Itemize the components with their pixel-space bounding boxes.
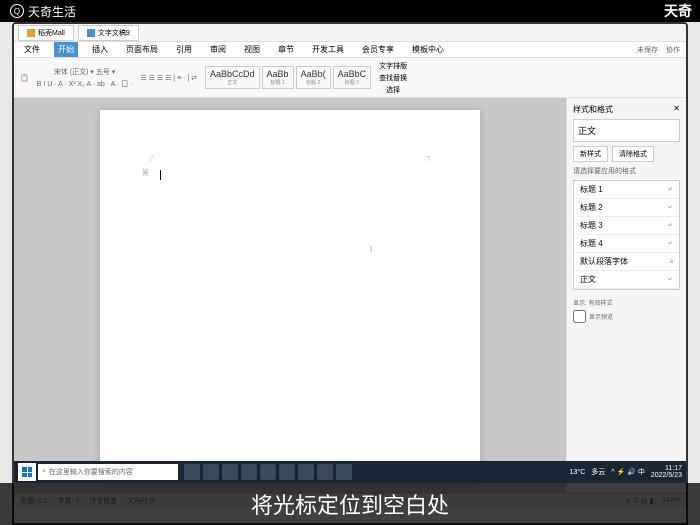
pane-hint: 请选择要应用的格式 — [573, 166, 680, 176]
task-icon[interactable] — [317, 464, 333, 480]
brand-text: 天奇生活 — [28, 3, 76, 20]
chevron-icon: ↵ — [668, 204, 673, 211]
chevron-icon: ↵ — [668, 222, 673, 229]
style-item-h3[interactable]: 标题 3↵ — [574, 217, 679, 235]
logo-icon: Q — [10, 4, 24, 18]
file-menu[interactable]: 文件 — [20, 42, 44, 57]
tab-view[interactable]: 视图 — [240, 42, 264, 57]
style-item-body[interactable]: 正文↵ — [574, 271, 679, 289]
task-icon[interactable] — [298, 464, 314, 480]
tray-icons[interactable]: ^ ⚡ 🔊 中 — [611, 467, 645, 477]
page[interactable]: ┌ ┐ 第 I — [100, 110, 480, 481]
tab-review[interactable]: 审阅 — [206, 42, 230, 57]
style-item-h4[interactable]: 标题 4↵ — [574, 235, 679, 253]
font-group: 宋体 (正文) ▾ 五号 ▾ B I U · A · X² X₂ A · ab … — [37, 67, 133, 89]
page-corner-tr: ┐ — [426, 152, 432, 161]
tab-home[interactable]: 开始 — [54, 42, 78, 57]
new-style-btn[interactable]: 新样式 — [573, 146, 608, 162]
monitor-frame: 稻壳Mall 文字文稿9 文件 开始 插入 页面布局 引用 审阅 视图 章节 开… — [12, 22, 688, 525]
clock-time[interactable]: 11:17 — [651, 465, 682, 472]
task-icon[interactable] — [241, 464, 257, 480]
chevron-icon: ↵ — [668, 240, 673, 247]
style-list: 标题 1↵ 标题 2↵ 标题 3↵ 标题 4↵ 默认段落字体a 正文↵ — [573, 180, 680, 290]
text-cursor — [160, 170, 161, 180]
editing-group: 文字排版 查找替换 选择 — [379, 61, 407, 95]
pane-title: 样式和格式 — [573, 104, 613, 115]
clipboard-group: 📋 — [20, 74, 29, 82]
task-icon[interactable] — [184, 464, 200, 480]
clear-format-btn[interactable]: 清除格式 — [612, 146, 654, 162]
style-h2[interactable]: AaBb(标题 2 — [296, 66, 331, 89]
tab-template[interactable]: 模板中心 — [408, 42, 448, 57]
save-status[interactable]: 未保存 — [637, 45, 658, 55]
show-filter[interactable]: 显示: 有效样式 — [573, 298, 680, 307]
weather-temp[interactable]: 13°C — [570, 469, 586, 476]
weather-desc[interactable]: 多云 — [591, 467, 605, 477]
search-icon: ⌕ — [42, 468, 46, 476]
doc-tab-active[interactable]: 文字文稿9 — [78, 25, 139, 41]
style-h3[interactable]: AaBbC标题 3 — [333, 66, 372, 89]
task-icon[interactable] — [260, 464, 276, 480]
chevron-icon: a — [670, 259, 673, 265]
font-format-btns[interactable]: B I U · A · X² X₂ A · ab · A · 囗 · — [37, 79, 133, 89]
select-btn[interactable]: 选择 — [386, 85, 400, 95]
document-canvas[interactable]: ┌ ┐ 第 I — [14, 98, 566, 493]
close-icon[interactable]: ✕ — [673, 104, 680, 115]
para-btns[interactable]: ☰ ☰ ☰ ☰ | ≡ · | ⇄ — [140, 74, 197, 82]
brand-logo: Q 天奇生活 — [10, 3, 76, 20]
mouse-cursor-icon: I — [370, 245, 372, 254]
current-style[interactable]: 正文 — [573, 119, 680, 142]
ribbon-tabs: 文件 开始 插入 页面布局 引用 审阅 视图 章节 开发工具 会员专享 模板中心… — [14, 42, 686, 58]
start-button[interactable] — [18, 463, 36, 481]
text-layout-btn[interactable]: 文字排版 — [379, 61, 407, 71]
chevron-icon: ↵ — [668, 186, 673, 193]
find-replace-btn[interactable]: 查找替换 — [379, 73, 407, 83]
page-corner-tl: ┌ — [148, 152, 154, 161]
windows-icon — [22, 467, 32, 477]
style-item-default[interactable]: 默认段落字体a — [574, 253, 679, 271]
tab-vip[interactable]: 会员专享 — [358, 42, 398, 57]
taskbar: ⌕ 在这里输入你要搜索的内容 13°C 多云 ^ ⚡ 🔊 中 11:17 202… — [14, 461, 686, 483]
task-icon[interactable] — [222, 464, 238, 480]
style-h1[interactable]: AaBb标题 1 — [262, 66, 294, 89]
doc-tab-mall[interactable]: 稻壳Mall — [18, 25, 74, 41]
tab-references[interactable]: 引用 — [172, 42, 196, 57]
clock-date[interactable]: 2022/5/23 — [651, 472, 682, 479]
paste-btn[interactable]: 📋 — [20, 74, 29, 82]
style-normal[interactable]: AaBbCcDd正文 — [205, 66, 260, 89]
tab-sections[interactable]: 章节 — [274, 42, 298, 57]
style-item-h2[interactable]: 标题 2↵ — [574, 199, 679, 217]
styles-gallery[interactable]: AaBbCcDd正文 AaBb标题 1 AaBb(标题 2 AaBbC标题 3 — [205, 66, 371, 89]
task-icon[interactable] — [279, 464, 295, 480]
watermark-text: 天奇 — [664, 1, 692, 21]
app-titlebar: 稻壳Mall 文字文稿9 — [14, 24, 686, 42]
task-icon[interactable] — [203, 464, 219, 480]
tab-layout[interactable]: 页面布局 — [122, 42, 162, 57]
para-group: ☰ ☰ ☰ ☰ | ≡ · | ⇄ — [140, 74, 197, 82]
task-icon[interactable] — [336, 464, 352, 480]
doc-icon — [87, 29, 95, 37]
doc-icon — [27, 29, 35, 37]
ribbon-toolbar: 📋 宋体 (正文) ▾ 五号 ▾ B I U · A · X² X₂ A · a… — [14, 58, 686, 98]
tab-insert[interactable]: 插入 — [88, 42, 112, 57]
page-label: 第 — [142, 168, 149, 178]
style-item-h1[interactable]: 标题 1↵ — [574, 181, 679, 199]
collab-btn[interactable]: 协作 — [666, 45, 680, 55]
taskbar-search[interactable]: ⌕ 在这里输入你要搜索的内容 — [38, 464, 178, 480]
preview-checkbox[interactable] — [573, 310, 586, 323]
font-selector[interactable]: 宋体 (正文) ▾ 五号 ▾ — [54, 67, 115, 77]
tab-dev[interactable]: 开发工具 — [308, 42, 348, 57]
chevron-icon: ↵ — [668, 276, 673, 283]
video-subtitle: 将光标定位到空白处 — [0, 483, 700, 525]
styles-pane: 样式和格式 ✕ 正文 新样式 清除格式 请选择要应用的格式 标题 1↵ 标题 2… — [566, 98, 686, 493]
